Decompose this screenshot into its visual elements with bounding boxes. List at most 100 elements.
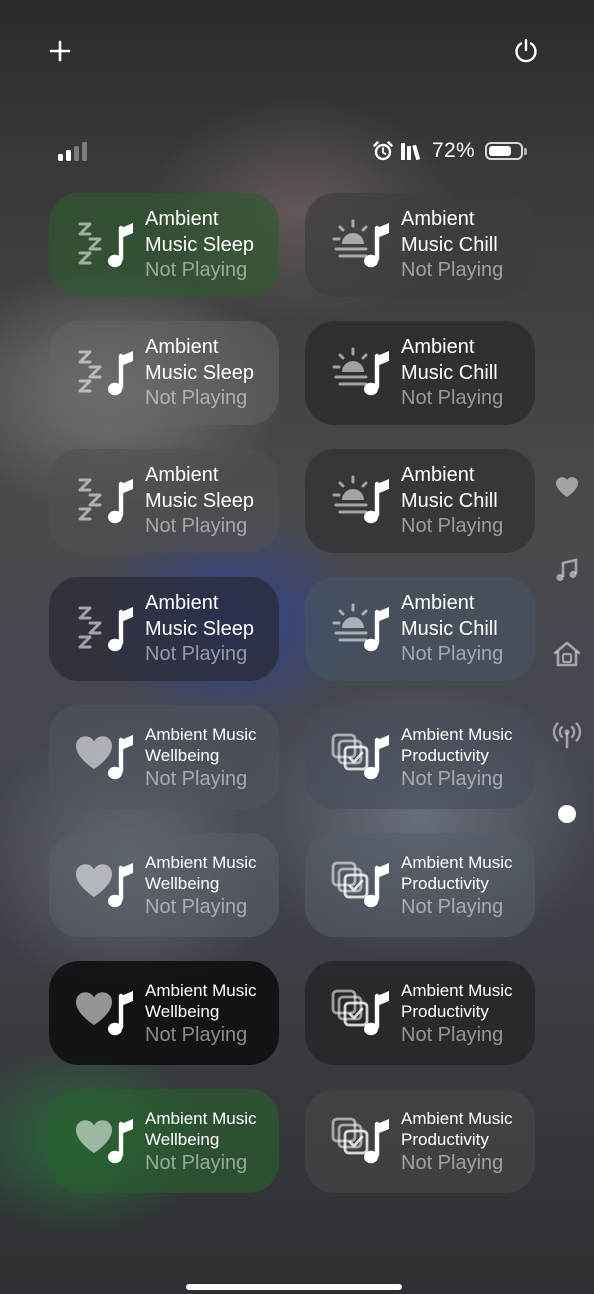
library-icon [401,143,420,161]
tile-title: Ambient Music [401,725,513,744]
tile-title: Ambient Music [145,853,257,872]
ambient-music-tile[interactable]: Ambient Music Productivity Not Playing [305,705,535,809]
tile-status: Not Playing [401,643,504,665]
page-dot-icon [558,805,576,823]
tile-title: Wellbeing [145,746,220,765]
tile-title: Ambient Music [145,1109,257,1128]
sleep-music-icon [75,475,135,531]
tile-title: Ambient [401,336,475,358]
ambient-music-tile[interactable]: Ambient Music Sleep Not Playing [49,321,279,425]
page-nav-current[interactable] [548,795,586,833]
ambient-music-tile[interactable]: Ambient Music Sleep Not Playing [49,449,279,553]
tile-status: Not Playing [401,768,504,790]
tile-status: Not Playing [401,387,504,409]
tile-title: Ambient [145,592,219,614]
tile-title: Productivity [401,746,489,765]
add-button[interactable] [37,28,83,74]
tile-title: Music Chill [401,361,498,384]
ambient-music-tile[interactable]: Ambient Music Productivity Not Playing [305,961,535,1065]
page-nav-connectivity[interactable] [548,716,586,754]
ambient-music-tile[interactable]: Ambient Music Chill Not Playing [305,321,535,425]
sunrise-music-icon [331,603,391,659]
sunrise-music-icon [331,475,391,531]
tile-status: Not Playing [145,768,248,790]
tile-title: Music Chill [401,489,498,512]
tile-title: Music Sleep [145,617,254,640]
page-nav-favorites[interactable] [548,468,586,506]
tile-title: Ambient Music [401,981,513,1000]
ambient-music-tile[interactable]: Ambient Music Chill Not Playing [305,193,535,297]
tile-title: Wellbeing [145,1130,220,1149]
tile-status: Not Playing [145,259,248,281]
tile-title: Ambient Music [401,1109,513,1128]
tile-status: Not Playing [401,1152,504,1174]
heart-music-icon [75,1115,135,1171]
ambient-music-tile[interactable]: Ambient Music Chill Not Playing [305,577,535,681]
sunrise-music-icon [331,347,391,403]
ambient-music-tile[interactable]: Ambient Music Wellbeing Not Playing [49,961,279,1065]
tile-status: Not Playing [145,643,248,665]
tile-title: Ambient [401,208,475,230]
sleep-music-icon [75,219,135,275]
battery-level [488,146,511,156]
sleep-music-icon [75,603,135,659]
tile-status: Not Playing [401,515,504,537]
heart-music-icon [75,859,135,915]
tile-title: Ambient [145,464,219,486]
tile-title: Ambient Music [145,981,257,1000]
ambient-music-tile[interactable]: Ambient Music Wellbeing Not Playing [49,1089,279,1193]
tile-status: Not Playing [401,1024,504,1046]
antenna-icon [552,722,582,749]
status-bar: 72% [0,138,594,164]
tile-status: Not Playing [401,259,504,281]
music-note-icon [556,558,578,582]
sleep-music-icon [75,347,135,403]
cellular-signal-icon [58,141,87,161]
power-icon [515,38,537,63]
tile-title: Ambient [401,464,475,486]
battery-percentage: 72% [432,139,475,162]
power-button[interactable] [503,28,549,74]
tile-status: Not Playing [401,896,504,918]
tile-title: Productivity [401,874,489,893]
ambient-music-tile[interactable]: Ambient Music Sleep Not Playing [49,193,279,297]
home-icon [553,641,581,667]
page-nav-home[interactable] [548,635,586,673]
ambient-music-tile[interactable]: Ambient Music Wellbeing Not Playing [49,705,279,809]
tile-title: Music Sleep [145,233,254,256]
sunrise-music-icon [331,219,391,275]
tile-title: Ambient [145,208,219,230]
battery-icon [484,142,527,160]
tile-title: Ambient [401,592,475,614]
tile-title: Wellbeing [145,1002,220,1021]
tile-title: Music Sleep [145,361,254,384]
tile-status: Not Playing [145,387,248,409]
ambient-music-tile[interactable]: Ambient Music Wellbeing Not Playing [49,833,279,937]
tile-title: Music Chill [401,617,498,640]
tile-title: Ambient Music [145,725,257,744]
tile-title: Music Sleep [145,489,254,512]
home-indicator[interactable] [186,1284,402,1290]
tile-title: Wellbeing [145,874,220,893]
ambient-music-tile[interactable]: Ambient Music Productivity Not Playing [305,1089,535,1193]
tile-status: Not Playing [145,515,248,537]
ambient-music-tile[interactable]: Ambient Music Chill Not Playing [305,449,535,553]
heart-icon [556,477,578,497]
plus-icon [49,40,71,62]
tile-status: Not Playing [145,1152,248,1174]
checklist-music-icon [331,859,391,915]
tile-status: Not Playing [145,896,248,918]
tile-title: Productivity [401,1002,489,1021]
heart-music-icon [75,987,135,1043]
tile-title: Ambient [145,336,219,358]
tile-title: Productivity [401,1130,489,1149]
checklist-music-icon [331,731,391,787]
tile-status: Not Playing [145,1024,248,1046]
ambient-music-tile[interactable]: Ambient Music Productivity Not Playing [305,833,535,937]
checklist-music-icon [331,987,391,1043]
alarm-icon [373,141,393,161]
checklist-music-icon [331,1115,391,1171]
ambient-music-tile[interactable]: Ambient Music Sleep Not Playing [49,577,279,681]
page-nav-music[interactable] [548,552,586,590]
tile-title: Ambient Music [401,853,513,872]
